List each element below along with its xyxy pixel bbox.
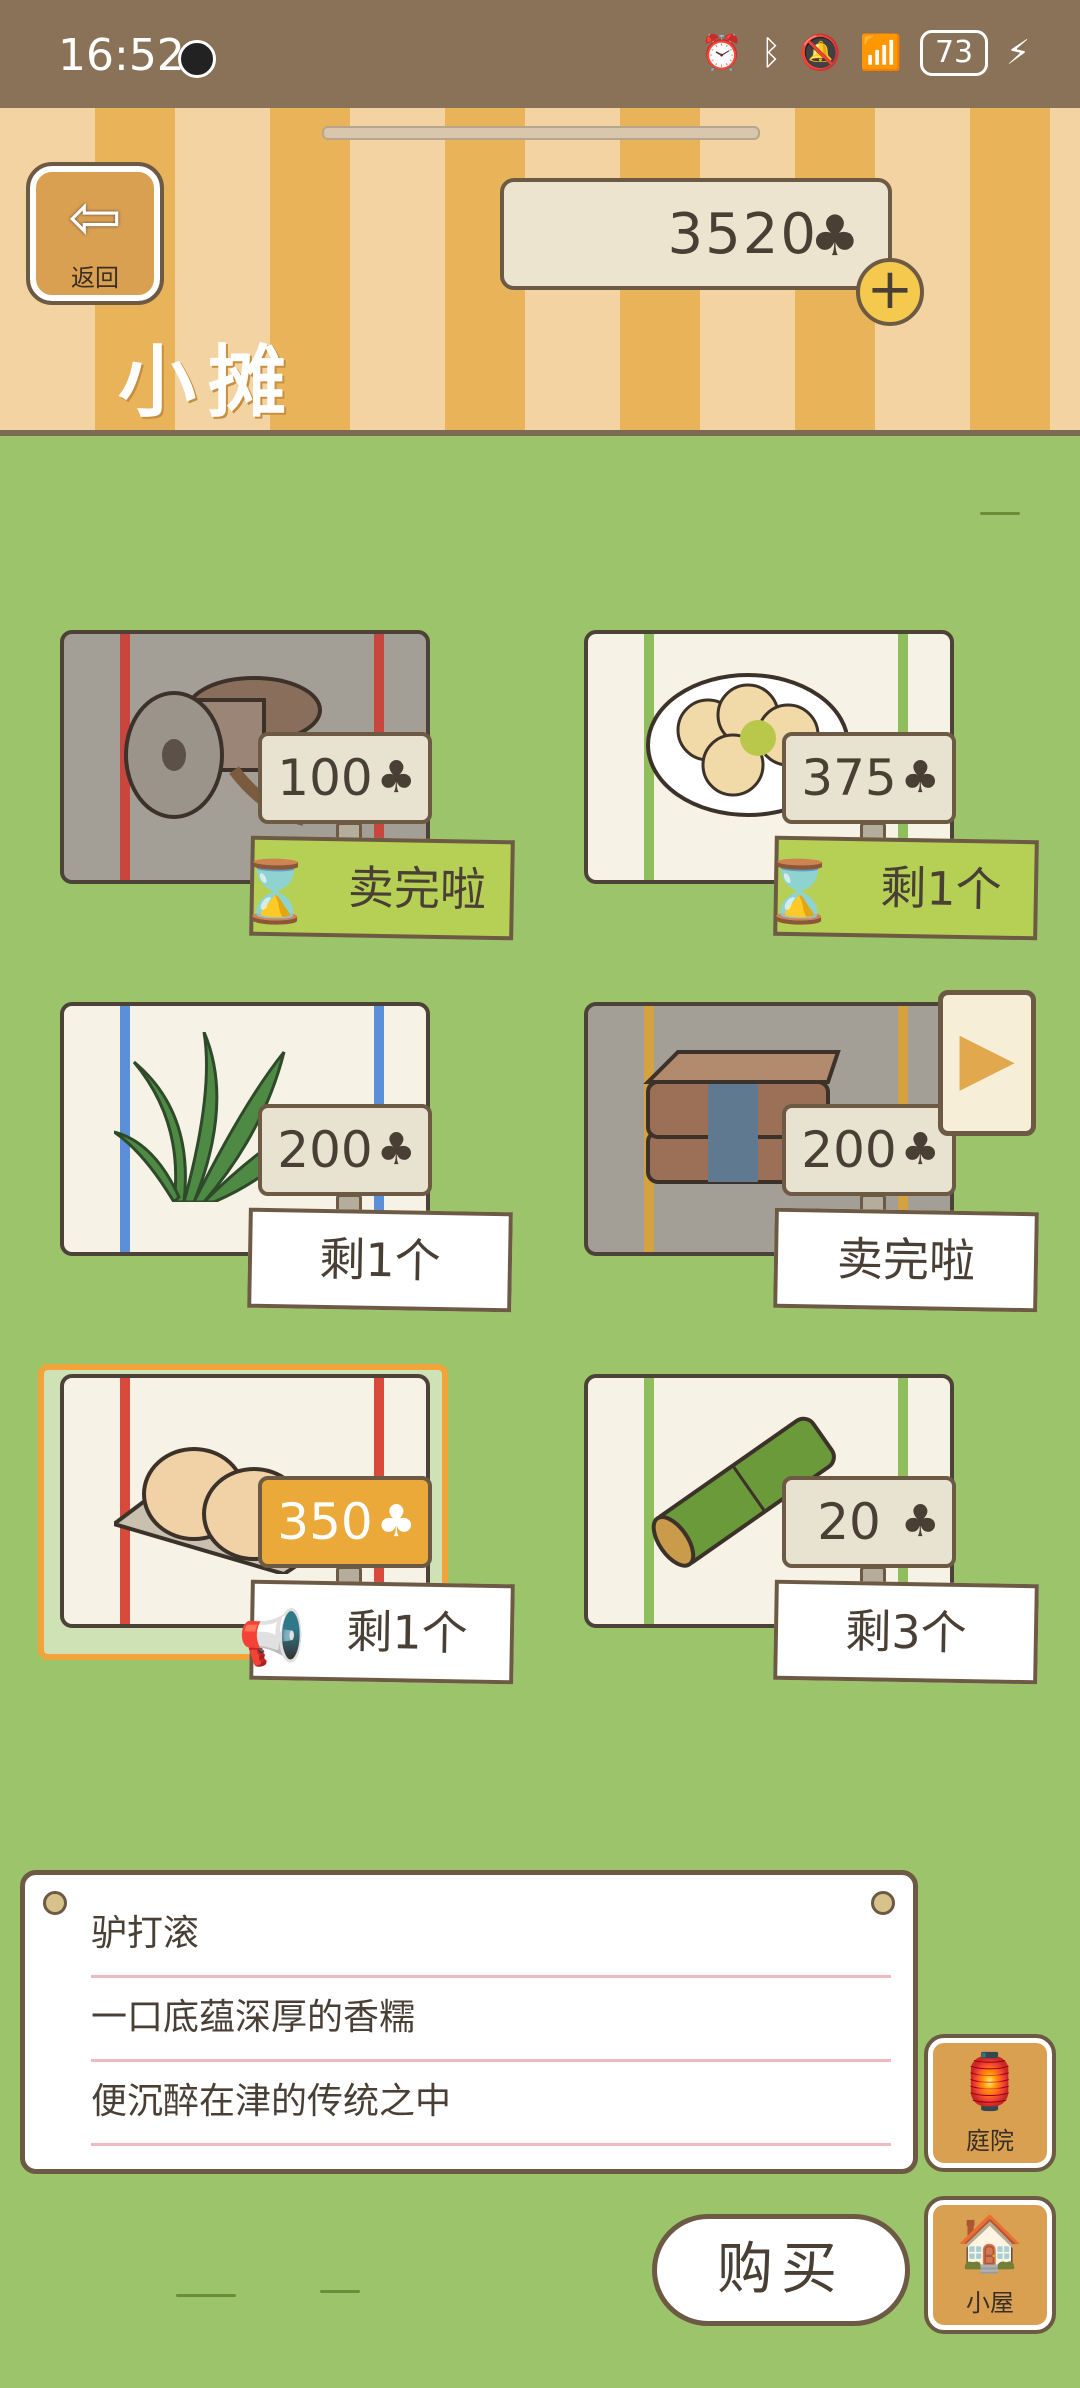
item-name: 驴打滚 (91, 1893, 891, 1978)
price-value: 375 (801, 749, 897, 807)
hourglass-icon: ⌛ (761, 856, 838, 928)
clock: 16:52 (58, 30, 185, 81)
status-icons: ⏰ ᛒ 🔕 📶 73 ⚡ (700, 30, 1030, 76)
price-tag: 100 ♣ (258, 732, 432, 824)
bluetooth-icon: ᛒ (760, 33, 782, 73)
add-currency-button[interactable]: + (856, 258, 924, 326)
price-tag-selected: 350 ♣ (258, 1476, 432, 1568)
price-tag: 200 ♣ (258, 1104, 432, 1196)
shop-item-4[interactable]: 200 ♣ 卖完啦 (568, 992, 1039, 1322)
hourglass-icon: ⌛ (237, 856, 314, 928)
clover-icon: ♣ (900, 1124, 940, 1175)
shop-item-2[interactable]: 375 ♣ ⌛ 剩1个 (568, 620, 1039, 950)
wifi-icon: 📶 (859, 33, 902, 73)
buy-button[interactable]: 购买 (652, 2214, 910, 2326)
back-button[interactable]: ⇦ 返回 (26, 162, 164, 305)
shop-item-6[interactable]: 20 ♣ 剩3个 (568, 1364, 1039, 1694)
description-line-2: 便沉醉在津的传统之中 (91, 2061, 891, 2146)
stock-status: 📢 剩1个 (237, 1579, 515, 1685)
pin-icon (43, 1891, 67, 1915)
mute-icon: 🔕 (799, 33, 842, 73)
drag-handle[interactable] (322, 126, 760, 140)
clover-icon: ♣ (900, 752, 940, 803)
shop-item-1[interactable]: 100 ♣ ⌛ 卖完啦 (44, 620, 515, 950)
yard-label: 庭院 (966, 2127, 1014, 2155)
back-arrow-icon: ⇦ (68, 181, 122, 255)
status-bar: 16:52 ⏰ ᛒ 🔕 📶 73 ⚡ (0, 0, 1080, 108)
stock-status-text: 剩1个 (318, 1231, 442, 1289)
house-button[interactable]: 🏠 小屋 (924, 2196, 1056, 2334)
price-value: 200 (801, 1121, 897, 1179)
grass-decoration (176, 2294, 236, 2297)
price-tag: 20 ♣ (782, 1476, 956, 1568)
price-tag: 200 ♣ (782, 1104, 956, 1196)
currency-display: 3520 ♣ (500, 178, 892, 290)
qq-notification-icon (178, 40, 216, 78)
grass-decoration (320, 2290, 360, 2293)
shop-item-5[interactable]: 350 ♣ 📢 剩1个 (44, 1364, 515, 1694)
stock-status: ⌛ 卖完啦 (237, 835, 515, 941)
back-label: 返回 (71, 264, 119, 292)
charging-icon: ⚡ (1006, 33, 1030, 73)
page-title: 小摊 (118, 338, 299, 428)
house-icon: 🏠 (956, 2212, 1024, 2275)
price-tag: 375 ♣ (782, 732, 956, 824)
alarm-icon: ⏰ (700, 33, 743, 73)
stock-status-text: 卖完啦 (347, 860, 487, 917)
megaphone-icon: 📢 (237, 1605, 306, 1670)
clover-icon: ♣ (900, 1496, 940, 1547)
yard-button[interactable]: 🏮 庭院 (924, 2034, 1056, 2172)
stock-status: 卖完啦 (773, 1207, 1039, 1313)
description-line-1: 一口底蕴深厚的香糯 (91, 1977, 891, 2062)
house-label: 小屋 (966, 2289, 1014, 2317)
price-value: 200 (277, 1121, 373, 1179)
stock-status: ⌛ 剩1个 (761, 835, 1039, 941)
clover-icon: ♣ (376, 752, 416, 803)
clover-icon: ♣ (809, 204, 862, 269)
stock-status-text: 剩1个 (879, 860, 1003, 917)
price-value: 100 (277, 749, 373, 807)
stock-status-text: 剩1个 (345, 1604, 469, 1661)
grass-decoration (980, 512, 1020, 515)
shop-item-3[interactable]: 200 ♣ 剩1个 (44, 992, 513, 1322)
stock-status-text: 卖完啦 (836, 1231, 976, 1289)
yard-icon: 🏮 (956, 2050, 1024, 2113)
stock-status: 剩1个 (247, 1207, 513, 1313)
stock-status-text: 剩3个 (844, 1603, 968, 1661)
battery-indicator: 73 (919, 30, 989, 76)
stock-status: 剩3个 (773, 1579, 1039, 1685)
item-description-panel: 驴打滚 一口底蕴深厚的香糯 便沉醉在津的传统之中 (20, 1870, 918, 2174)
next-page-button[interactable]: ▶ (938, 990, 1036, 1136)
clover-icon: ♣ (376, 1124, 416, 1175)
price-value: 350 (277, 1493, 373, 1551)
clover-icon: ♣ (376, 1496, 416, 1547)
currency-amount: 3520 (667, 201, 818, 267)
price-value: 20 (817, 1493, 881, 1551)
